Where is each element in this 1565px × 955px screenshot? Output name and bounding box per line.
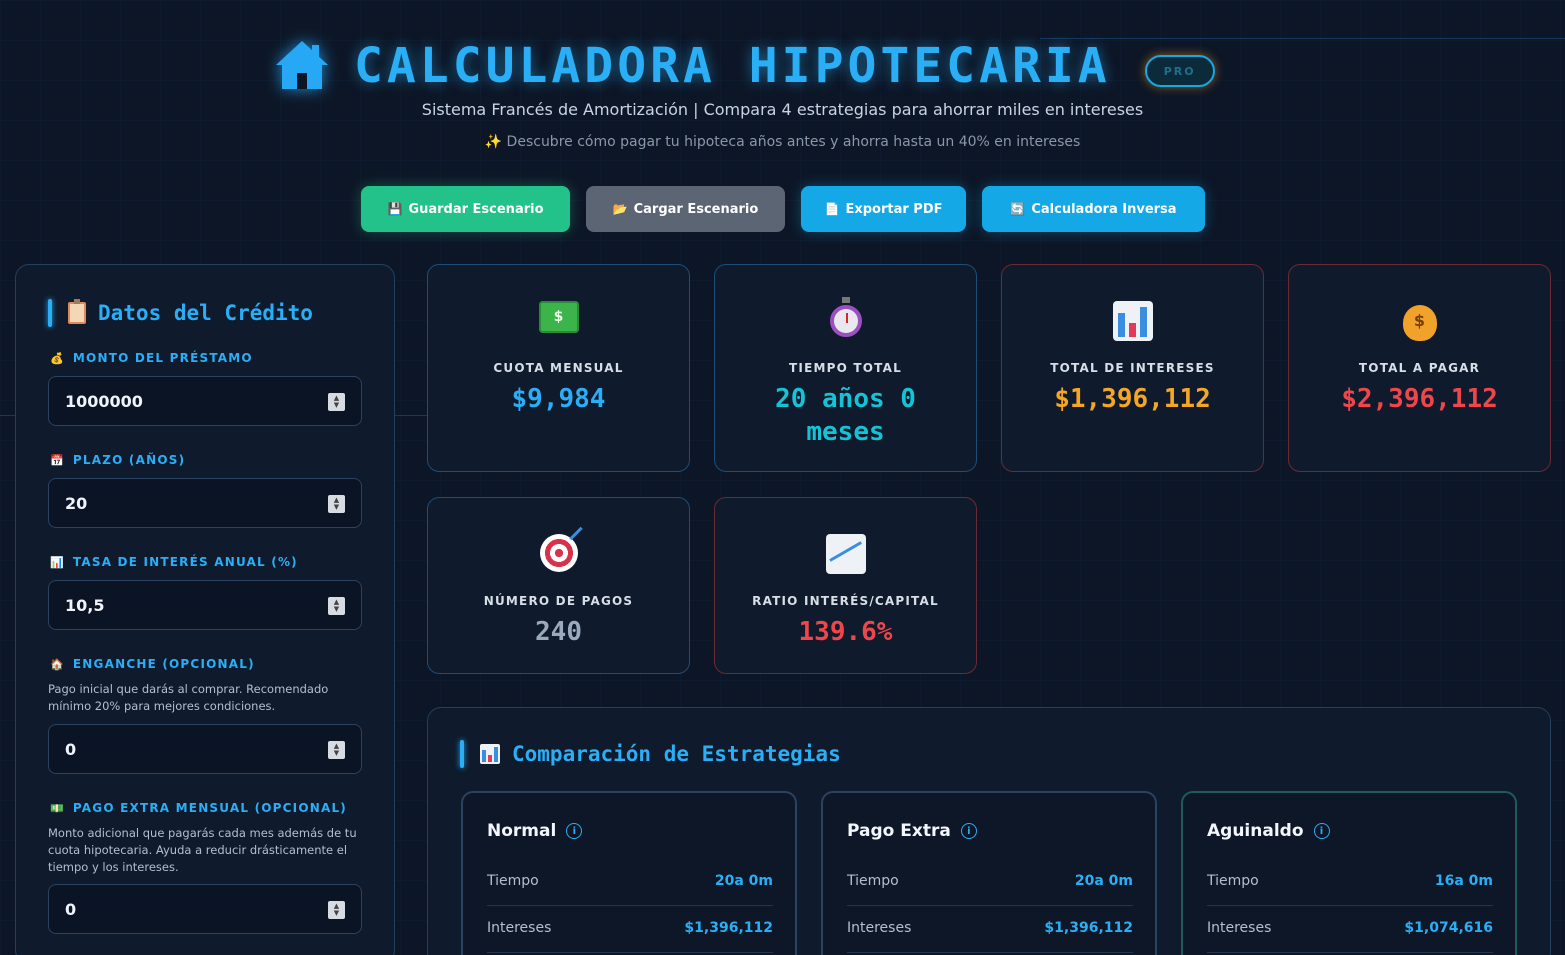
load-scenario-button[interactable]: 📂 Cargar Escenario: [586, 186, 785, 232]
divider: [487, 905, 773, 906]
down-payment-label: 🏠 ENGANCHE (OPCIONAL): [50, 657, 255, 671]
stat-value: $2,396,112: [1341, 384, 1498, 414]
interest-rate-stepper[interactable]: ▲ ▼: [328, 597, 345, 615]
page-tagline: ✨ Descubre cómo pagar tu hipoteca años a…: [484, 134, 1081, 150]
extra-payment-label: 💵 PAGO EXTRA MENSUAL (OPCIONAL): [50, 801, 347, 815]
title-row: CALCULADORA HIPOTECARIA PRO: [276, 38, 1215, 94]
stat-value: 20 años 0 meses: [775, 384, 916, 447]
term-input[interactable]: 20 ▲ ▼: [48, 478, 362, 528]
extra-payment-input[interactable]: 0 ▲ ▼: [48, 884, 362, 934]
loan-amount-label: 💰 MONTO DEL PRÉSTAMO: [50, 351, 253, 365]
stat-card-total-time: TIEMPO TOTAL 20 años 0 meses: [714, 264, 977, 472]
strategy-row: Tiempo 20a 0m: [847, 873, 1133, 889]
divider: [1207, 905, 1493, 906]
stat-card-number-of-payments: NÚMERO DE PAGOS 240: [427, 497, 690, 674]
export-pdf-button[interactable]: 📄 Exportar PDF: [801, 186, 966, 232]
refresh-icon: 🔄: [1010, 202, 1026, 216]
strategy-row: Intereses $1,396,112: [847, 920, 1133, 936]
strategy-row: Tiempo 20a 0m: [487, 873, 773, 889]
header: CALCULADORA HIPOTECARIA PRO Sistema Fran…: [0, 30, 1565, 160]
strategy-row: Tiempo 16a 0m: [1207, 873, 1493, 889]
interest-rate-input[interactable]: 10,5 ▲ ▼: [48, 580, 362, 630]
info-icon[interactable]: i: [960, 823, 977, 839]
money-bag-icon: 💰: [50, 351, 65, 365]
house-icon: [276, 41, 328, 91]
trend-chart-icon: [825, 534, 866, 574]
stat-card-total-to-pay: TOTAL A PAGAR $2,396,112: [1288, 264, 1551, 472]
down-payment-input[interactable]: 0 ▲ ▼: [48, 724, 362, 774]
term-stepper[interactable]: ▲ ▼: [328, 495, 345, 513]
strategy-comparison-panel: Comparación de Estrategias Normal i Tiem…: [427, 707, 1551, 955]
divider: [1207, 952, 1493, 953]
strategy-card-normal: Normal i Tiempo 20a 0m Intereses $1,396,…: [461, 791, 797, 955]
stat-value: 240: [535, 617, 582, 647]
stat-card-monthly-payment: CUOTA MENSUAL $9,984: [427, 264, 690, 472]
page-subtitle: Sistema Francés de Amortización | Compar…: [421, 100, 1144, 119]
strategy-list: Normal i Tiempo 20a 0m Intereses $1,396,…: [461, 791, 1517, 955]
loan-amount-input[interactable]: 1000000 ▲ ▼: [48, 376, 362, 426]
floppy-disk-icon: 💾: [387, 202, 403, 216]
bar-chart-icon: [1112, 301, 1153, 341]
clipboard-icon: [68, 299, 86, 324]
stat-value: $1,396,112: [1054, 384, 1211, 414]
down-payment-stepper[interactable]: ▲ ▼: [328, 741, 345, 759]
target-icon: [539, 534, 578, 572]
extra-payment-stepper[interactable]: ▲ ▼: [328, 901, 345, 919]
strategy-row: Intereses $1,074,616: [1207, 920, 1493, 936]
inverse-calculator-button[interactable]: 🔄 Calculadora Inversa: [982, 186, 1205, 232]
divider: [847, 952, 1133, 953]
money-icon: [538, 301, 579, 333]
page-title: CALCULADORA HIPOTECARIA: [354, 38, 1111, 94]
term-label: 📅 PLAZO (AÑOS): [50, 453, 186, 467]
document-icon: 📄: [824, 202, 840, 216]
stat-value: 139.6%: [798, 617, 893, 647]
extra-payment-help: Monto adicional que pagarás cada mes ade…: [48, 826, 357, 874]
info-icon[interactable]: i: [1313, 823, 1330, 839]
info-icon[interactable]: i: [566, 823, 583, 839]
stat-card-total-interest: TOTAL DE INTERESES $1,396,112: [1001, 264, 1264, 472]
divider: [487, 952, 773, 953]
calendar-icon: 📅: [50, 453, 65, 467]
money-bag-icon: [1402, 305, 1437, 341]
folder-icon: 📂: [612, 202, 628, 216]
comparison-title: Comparación de Estrategias: [460, 740, 841, 768]
bar-chart-icon: 📊: [50, 555, 65, 569]
loan-amount-stepper[interactable]: ▲ ▼: [328, 393, 345, 411]
stat-value: $9,984: [511, 384, 606, 414]
strategy-card-extra-payment: Pago Extra i Tiempo 20a 0m Intereses $1,…: [821, 791, 1157, 955]
pro-badge: PRO: [1144, 55, 1215, 87]
accent-bar: [48, 299, 52, 327]
accent-bar: [460, 740, 464, 768]
divider: [847, 905, 1133, 906]
action-bar: 💾 Guardar Escenario 📂 Cargar Escenario 📄…: [361, 186, 1205, 232]
stopwatch-icon: [829, 297, 862, 337]
down-payment-help: Pago inicial que darás al comprar. Recom…: [48, 682, 329, 713]
panel-title: Datos del Crédito: [48, 299, 313, 327]
house-icon: 🏠: [50, 657, 65, 671]
strategy-row: Intereses $1,396,112: [487, 920, 773, 936]
strategy-card-aguinaldo: Aguinaldo i Tiempo 16a 0m Intereses $1,0…: [1181, 791, 1517, 955]
credit-data-panel: Datos del Crédito 💰 MONTO DEL PRÉSTAMO 1…: [15, 264, 395, 955]
bar-chart-icon: [480, 744, 500, 764]
stat-card-interest-ratio: RATIO INTERÉS/CAPITAL 139.6%: [714, 497, 977, 674]
cash-icon: 💵: [50, 801, 65, 815]
save-scenario-button[interactable]: 💾 Guardar Escenario: [361, 186, 570, 232]
interest-rate-label: 📊 TASA DE INTERÉS ANUAL (%): [50, 555, 298, 569]
